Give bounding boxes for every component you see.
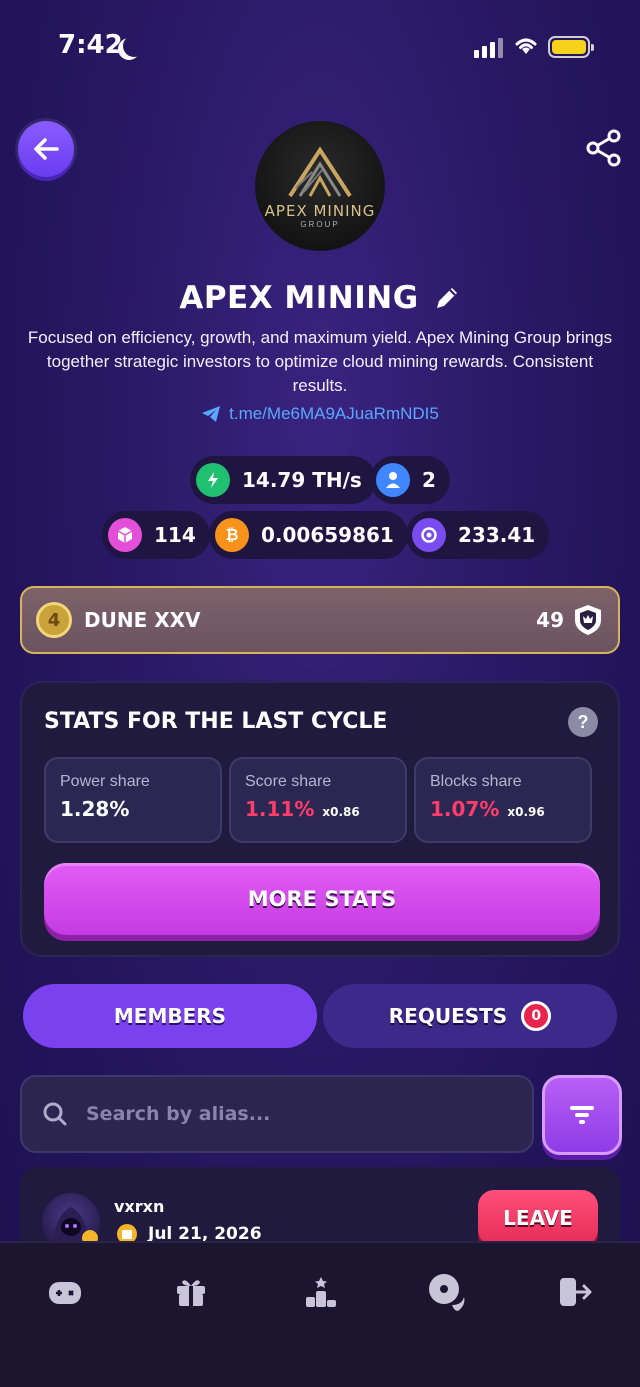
search-icon [43, 1102, 67, 1126]
league-level-badge: 4 [36, 602, 72, 638]
tab-requests-label: REQUESTS [388, 1004, 508, 1028]
bitcoin-icon: ₿ [215, 518, 249, 552]
score-share-box: Score share 1.11% x0.86 [229, 757, 407, 843]
league-rank: 49 [536, 603, 604, 637]
team-description: Focused on efficiency, growth, and maxim… [27, 328, 613, 395]
nav-leaderboard[interactable] [296, 1267, 346, 1317]
btc-value: 0.00659861 [261, 523, 394, 547]
nav-rewards[interactable] [166, 1267, 216, 1317]
score-pill: 233.41 [406, 511, 550, 559]
score-value: 233.41 [458, 523, 536, 547]
nav-exit[interactable] [550, 1267, 600, 1317]
blocks-pill: 114 [102, 511, 210, 559]
btc-pill: ₿ 0.00659861 [209, 511, 408, 559]
logout-icon [560, 1278, 592, 1306]
user-icon [376, 463, 410, 497]
blocks-value: 114 [154, 523, 196, 547]
signal-icon [474, 38, 503, 58]
team-name: APEX MINING [179, 280, 419, 316]
stats-title: STATS FOR THE LAST CYCLE [44, 709, 388, 734]
shield-icon [575, 605, 601, 635]
score-icon [412, 518, 446, 552]
gift-icon [177, 1280, 205, 1306]
stats-card: STATS FOR THE LAST CYCLE ? Power share 1… [20, 681, 620, 957]
blocks-share-box: Blocks share 1.07% x0.96 [414, 757, 592, 843]
tab-members[interactable]: MEMBERS [23, 984, 317, 1048]
members-count-pill: 2 [370, 456, 450, 504]
cube-icon [108, 518, 142, 552]
league-bar[interactable]: 4 DUNE XXV 49 [20, 586, 620, 654]
telegram-icon [202, 406, 221, 422]
power-share-value: 1.28% [60, 797, 130, 821]
score-share-value: 1.11% [245, 797, 315, 821]
blocks-share-multiplier: x0.96 [507, 805, 545, 819]
calendar-icon [117, 1224, 137, 1243]
nav-games[interactable] [40, 1267, 90, 1317]
battery-icon [548, 36, 594, 58]
back-button[interactable] [18, 121, 74, 177]
lightning-icon [196, 463, 230, 497]
hashrate-value: 14.79 TH/s [242, 468, 362, 492]
status-bar: 7:42 [0, 0, 640, 96]
title-row: APEX MINING [0, 280, 640, 316]
members-count-value: 2 [422, 468, 436, 492]
blocks-share-value: 1.07% [430, 797, 500, 821]
nav-mining[interactable] [422, 1267, 472, 1317]
clock: 7:42 [58, 30, 123, 60]
score-share-multiplier: x0.86 [322, 805, 360, 819]
member-row: vxrxn Jul 21, 2026 LEAVE [20, 1167, 620, 1243]
team-logo: APEX MINING GROUP [255, 121, 385, 251]
logo-text: APEX MINING [264, 201, 376, 220]
power-share-label: Power share [60, 773, 150, 790]
filter-icon [570, 1106, 594, 1124]
podium-icon [306, 1277, 336, 1307]
leave-button[interactable]: LEAVE [478, 1190, 598, 1243]
avatar [42, 1193, 100, 1243]
edit-pencil-icon[interactable] [433, 284, 461, 312]
blocks-share-label: Blocks share [430, 773, 522, 790]
gamepad-icon [49, 1282, 81, 1304]
telegram-link-text: t.me/Me6MA9AJuaRmNDI5 [229, 404, 439, 423]
mountain-logo-icon [288, 145, 352, 197]
league-rank-value: 49 [536, 608, 564, 632]
wifi-icon [515, 38, 537, 54]
filter-button[interactable] [542, 1075, 622, 1155]
league-name: DUNE XXV [84, 608, 201, 632]
tab-requests[interactable]: REQUESTS 0 [323, 984, 617, 1048]
disc-icon [429, 1274, 465, 1311]
arrow-left-icon [34, 138, 59, 160]
search-bar [20, 1075, 534, 1153]
search-input[interactable] [86, 1103, 486, 1125]
requests-count-badge: 0 [521, 1001, 552, 1031]
power-share-box: Power share 1.28% [44, 757, 222, 843]
moon-icon [123, 35, 145, 57]
member-join-date: Jul 21, 2026 [116, 1223, 262, 1243]
share-icon[interactable] [584, 128, 624, 168]
telegram-link[interactable]: t.me/Me6MA9AJuaRmNDI5 [0, 404, 640, 424]
help-icon[interactable]: ? [568, 707, 598, 737]
logo-subtitle: GROUP [300, 219, 340, 229]
member-alias: vxrxn [114, 1197, 165, 1216]
score-share-label: Score share [245, 773, 332, 790]
bottom-nav [0, 1241, 640, 1387]
hashrate-pill: 14.79 TH/s [190, 456, 376, 504]
more-stats-button[interactable]: MORE STATS [44, 863, 600, 935]
hooded-avatar-icon [52, 1207, 98, 1243]
